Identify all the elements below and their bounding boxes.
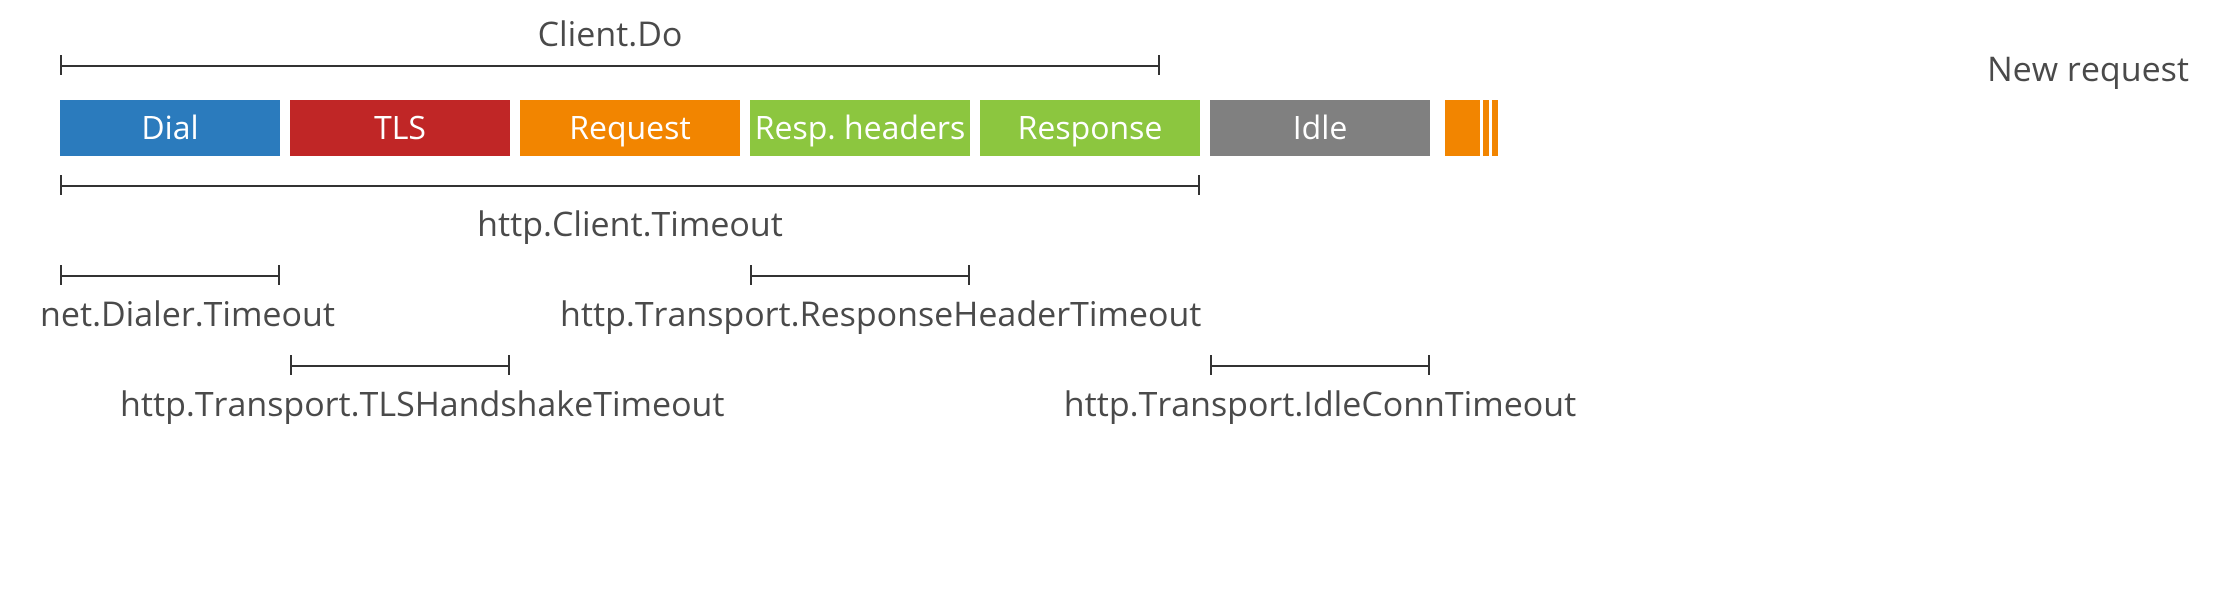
tls-timeout-label: http.Transport.TLSHandshakeTimeout xyxy=(120,380,700,426)
top-bracket-label: Client.Do xyxy=(60,10,1160,56)
dialer-timeout-bracket xyxy=(60,265,280,285)
phase-idle: Idle xyxy=(1210,100,1430,156)
timeout-diagram: Client.Do New request Dial TLS handshake… xyxy=(0,0,2234,603)
resphdr-timeout-bracket xyxy=(750,265,970,285)
phase-dial: Dial xyxy=(60,100,280,156)
top-bracket xyxy=(60,55,1160,75)
client-timeout-label: http.Client.Timeout xyxy=(60,200,1200,246)
dialer-timeout-label: net.Dialer.Timeout xyxy=(40,290,320,336)
tls-timeout-bracket xyxy=(290,355,510,375)
client-timeout-bracket xyxy=(60,175,1200,195)
new-request-stub-1 xyxy=(1445,100,1480,156)
phase-request: Request xyxy=(520,100,740,156)
new-request-label: New request xyxy=(1987,45,2189,91)
phase-resp-headers: Resp. headers xyxy=(750,100,970,156)
idle-timeout-label: http.Transport.IdleConnTimeout xyxy=(1020,380,1620,426)
phase-resp-body: Response body xyxy=(980,100,1200,156)
new-request-stub-2 xyxy=(1483,100,1489,156)
phase-tls: TLS handshake xyxy=(290,100,510,156)
idle-timeout-bracket xyxy=(1210,355,1430,375)
resphdr-timeout-label: http.Transport.ResponseHeaderTimeout xyxy=(560,290,1200,336)
new-request-stub-3 xyxy=(1492,100,1498,156)
